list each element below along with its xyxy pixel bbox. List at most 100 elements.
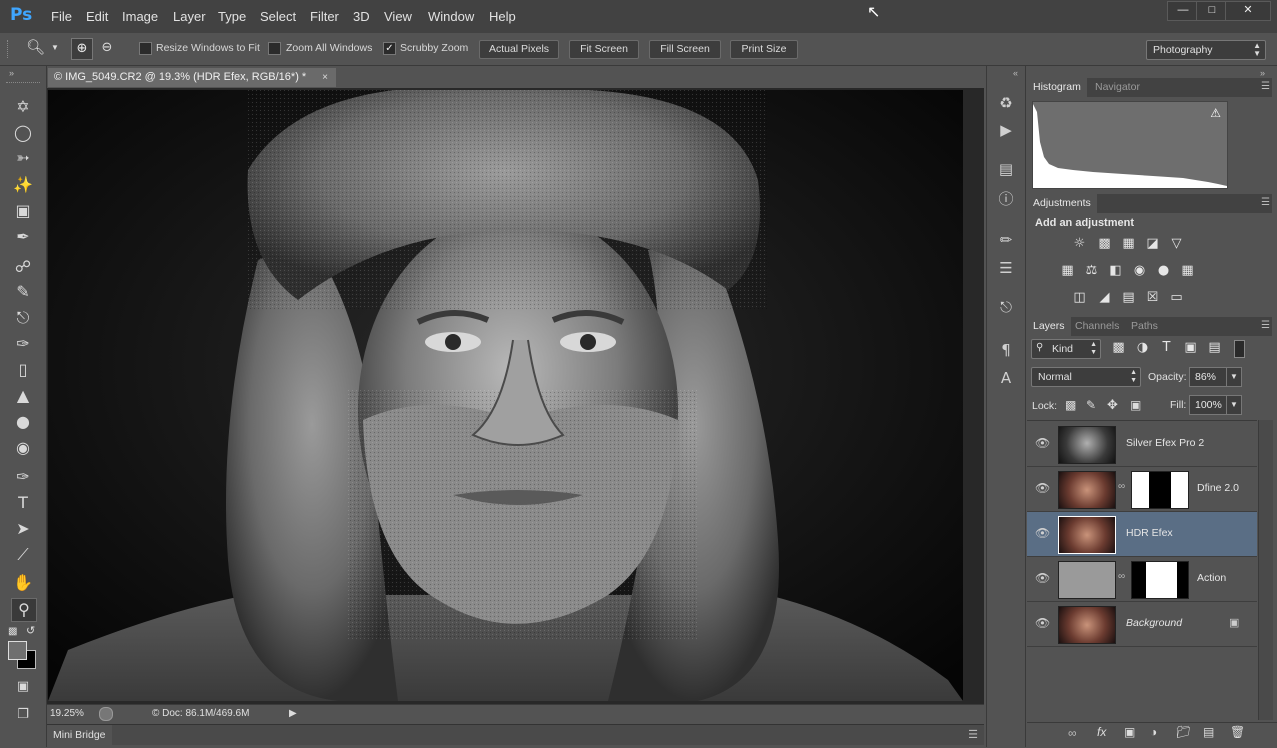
collapse-right-panels-icon[interactable]: » (1260, 68, 1265, 78)
lasso-tool-icon[interactable]: ➳ (11, 147, 35, 169)
3d-panel-icon[interactable]: ▤ (996, 159, 1016, 179)
layer-mask-thumbnail[interactable] (1131, 561, 1189, 599)
move-tool-icon[interactable]: ✡ (11, 96, 35, 118)
new-adjustment-icon[interactable]: ◑ (1150, 725, 1157, 739)
link-layers-icon[interactable]: ∞ (1068, 726, 1077, 740)
pen-tool-icon[interactable]: ✑ (11, 466, 35, 488)
lock-position-icon[interactable]: ✥ (1107, 397, 1118, 413)
layer-row[interactable]: 👁︎ ∞ Action (1027, 557, 1257, 602)
actual-pixels-button[interactable]: Actual Pixels (479, 40, 559, 59)
tool-presets-icon[interactable]: ☰ (996, 258, 1016, 278)
filter-shape-icon[interactable]: ▣ (1182, 341, 1199, 355)
zoom-out-icon[interactable]: ⊖ (97, 38, 117, 58)
brightness-contrast-icon[interactable]: ☼ (1071, 237, 1088, 251)
warning-icon[interactable]: ⚠ (1210, 106, 1221, 120)
magnifier-icon[interactable]: 🔍︎ (26, 38, 45, 56)
menu-select[interactable]: Select (260, 9, 296, 24)
hand-tool-icon[interactable]: ✋ (11, 572, 35, 594)
menu-filter[interactable]: Filter (310, 9, 339, 24)
eye-icon[interactable]: 👁︎ (1035, 436, 1050, 450)
eye-icon[interactable]: 👁︎ (1035, 571, 1050, 585)
magic-wand-icon[interactable]: ✨ (11, 174, 35, 196)
filter-pixel-icon[interactable]: ▩ (1110, 341, 1127, 355)
document-canvas[interactable] (48, 90, 963, 701)
menu-image[interactable]: Image (122, 9, 158, 24)
eye-icon[interactable]: 👁︎ (1035, 481, 1050, 495)
tool-preset-dropdown-icon[interactable]: ▼ (51, 43, 59, 52)
status-menu-arrow-icon[interactable]: ▶ (289, 708, 297, 719)
print-size-button[interactable]: Print Size (730, 40, 798, 59)
opacity-input[interactable]: 86% ▼ (1189, 367, 1242, 387)
invert-icon[interactable]: ◫ (1071, 291, 1088, 305)
trash-icon[interactable]: 🗑︎ (1230, 725, 1245, 739)
zoom-in-icon[interactable]: ⊕ (71, 38, 93, 60)
brush-presets-icon[interactable]: ✏ (996, 230, 1016, 250)
mini-bridge-tab[interactable]: Mini Bridge (47, 725, 112, 745)
menu-layer[interactable]: Layer (173, 9, 206, 24)
filter-adjustment-icon[interactable]: ◑ (1134, 341, 1151, 355)
close-document-icon[interactable]: × (322, 68, 328, 87)
black-white-icon[interactable]: ◧ (1107, 264, 1124, 278)
filter-type-icon[interactable]: T (1158, 341, 1175, 355)
elliptical-marquee-icon[interactable]: ◯ (11, 122, 35, 144)
vibrance-icon[interactable]: ▽ (1168, 237, 1185, 251)
character-icon[interactable]: A (996, 368, 1016, 388)
zoom-tool-icon[interactable]: ⚲ (11, 598, 37, 622)
channel-mixer-icon[interactable]: ● (1155, 264, 1172, 278)
chevron-down-icon[interactable]: ▼ (1226, 368, 1241, 386)
menu-file[interactable]: File (51, 9, 72, 24)
workspace-select[interactable]: Photography ▲ ▼ (1146, 40, 1266, 60)
brush-tool-icon[interactable]: ✎ (11, 281, 35, 303)
quick-mask-icon[interactable]: ▣ (11, 676, 35, 698)
crop-tool-icon[interactable]: ▣ (11, 200, 35, 222)
screen-mode-icon[interactable]: ❐ (11, 704, 35, 726)
selective-color-icon[interactable]: ☒ (1144, 291, 1161, 305)
tab-histogram[interactable]: Histogram (1027, 78, 1087, 97)
levels-icon[interactable]: ▩ (1096, 237, 1113, 251)
threshold-icon[interactable]: ▤ (1120, 291, 1137, 305)
posterize-icon[interactable]: ◢ (1096, 291, 1113, 305)
history-icon[interactable]: ♻ (996, 93, 1016, 113)
layer-row[interactable]: 👁︎ Silver Efex Pro 2 (1027, 422, 1257, 467)
new-group-icon[interactable]: 📁︎ (1176, 725, 1191, 739)
eye-icon[interactable]: 👁︎ (1035, 526, 1050, 540)
chevron-down-icon[interactable]: ▼ (1226, 396, 1241, 414)
path-selection-icon[interactable]: ➤ (11, 518, 35, 540)
healing-brush-icon[interactable]: ☍ (11, 256, 35, 278)
layer-row[interactable]: 👁︎ ∞ Dfine 2.0 (1027, 467, 1257, 512)
actions-play-icon[interactable]: ▶ (996, 120, 1016, 140)
menu-3d[interactable]: 3D (353, 9, 370, 24)
resize-windows-checkbox[interactable] (139, 42, 152, 55)
tab-adjustments[interactable]: Adjustments (1027, 194, 1097, 213)
lock-all-icon[interactable]: ▣ (1130, 398, 1141, 412)
zoom-level[interactable]: 19.25% (50, 708, 84, 719)
dodge-tool-icon[interactable]: ◉ (11, 437, 35, 459)
lock-image-icon[interactable]: ✎ (1086, 398, 1096, 412)
menu-edit[interactable]: Edit (86, 9, 108, 24)
document-tab[interactable]: © IMG_5049.CR2 @ 19.3% (HDR Efex, RGB/16… (48, 68, 336, 87)
menu-window[interactable]: Window (428, 9, 474, 24)
close-button[interactable]: ✕ (1225, 1, 1271, 21)
expand-dock-icon[interactable]: « (1013, 68, 1018, 78)
tab-channels[interactable]: Channels (1069, 317, 1125, 336)
hue-saturation-icon[interactable]: ▦ (1059, 264, 1076, 278)
history-brush-icon[interactable]: ✑ (11, 333, 35, 355)
blur-tool-icon[interactable]: ● (11, 411, 35, 433)
paint-bucket-icon[interactable]: ▲ (11, 385, 35, 407)
eraser-tool-icon[interactable]: ▯ (11, 359, 35, 381)
foreground-color-swatch[interactable] (8, 641, 27, 660)
scrubby-zoom-checkbox[interactable]: ✓ (383, 42, 396, 55)
color-balance-icon[interactable]: ⚖ (1083, 264, 1100, 278)
photo-filter-icon[interactable]: ◉ (1131, 264, 1148, 278)
exposure-icon[interactable]: ◪ (1144, 237, 1161, 251)
menu-type[interactable]: Type (218, 9, 246, 24)
fit-screen-button[interactable]: Fit Screen (569, 40, 639, 59)
layers-scrollbar[interactable] (1258, 420, 1273, 720)
panel-menu-icon[interactable]: ☰ (1261, 320, 1270, 331)
panel-menu-icon[interactable]: ☰ (1261, 197, 1270, 208)
fill-screen-button[interactable]: Fill Screen (649, 40, 721, 59)
tab-navigator[interactable]: Navigator (1089, 78, 1146, 97)
eye-icon[interactable]: 👁︎ (1035, 616, 1050, 630)
eyedropper-icon[interactable]: ✒ (11, 226, 35, 248)
options-grip[interactable] (7, 40, 12, 58)
